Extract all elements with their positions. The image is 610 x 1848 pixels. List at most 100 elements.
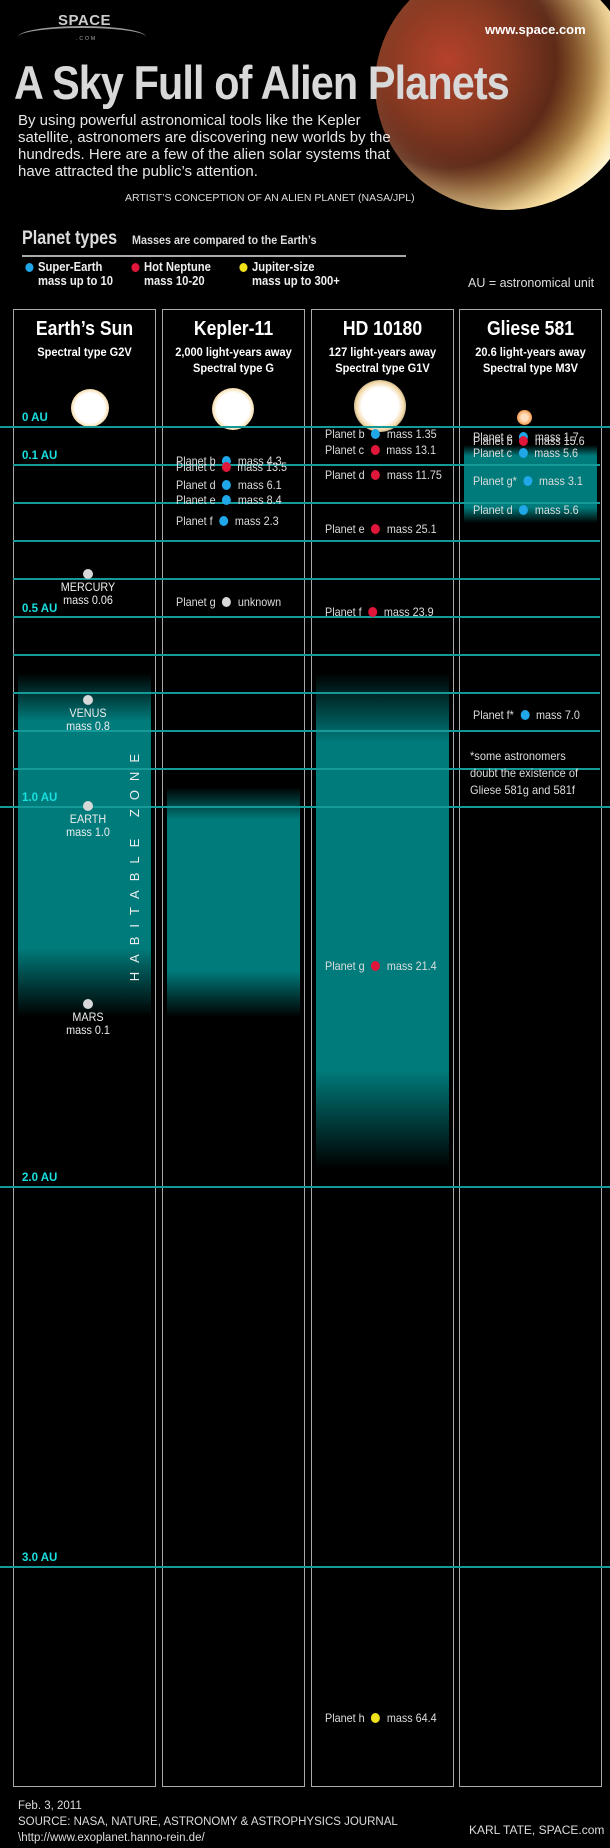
planet-name: Planet d xyxy=(176,477,219,492)
planet-label: MARS mass 0.1 xyxy=(48,1010,129,1037)
planet-mass: unknown xyxy=(234,594,282,609)
footer-url[interactable]: \http://www.exoplanet.hanno-rein.de/ xyxy=(18,1832,205,1844)
planet-mass: mass 5.6 xyxy=(531,445,579,460)
au-label: 0 AU xyxy=(22,412,48,424)
planet-mass: mass 6.1 xyxy=(234,477,282,492)
planet-name: Planet b xyxy=(325,427,368,442)
system-info: 20.6 light-years away xyxy=(475,345,586,359)
planet-row: Planet f* mass 7.0 xyxy=(473,708,580,722)
au-gridline xyxy=(13,464,600,466)
system-name: Kepler-11 xyxy=(193,318,274,340)
legend-item-super-earth: Super-Earth mass up to 10 xyxy=(25,260,114,288)
planet-name: Planet e xyxy=(325,521,368,536)
planet-mass: mass 5.6 xyxy=(531,502,579,517)
hot-neptune-dot-icon xyxy=(131,263,140,272)
legend-item-jupiter-size: Jupiter-size mass up to 300+ xyxy=(239,260,340,288)
au-label: 3.0 AU xyxy=(22,1552,58,1564)
super-earth-dot-icon xyxy=(519,504,529,515)
au-note: AU = astronomical unit xyxy=(468,276,595,290)
super-earth-dot-icon xyxy=(523,476,533,487)
planet-row: Planet f mass 2.3 xyxy=(176,514,279,528)
jupiter-dot-icon xyxy=(371,1713,381,1723)
au-gridline xyxy=(13,616,600,618)
planet-name: Planet f xyxy=(176,514,216,528)
planet-mass: mass 13.5 xyxy=(234,459,288,474)
system-name: Gliese 581 xyxy=(486,318,575,340)
planet-label: VENUS mass 0.8 xyxy=(48,706,129,733)
planet-name: Planet e xyxy=(176,493,219,508)
logo-dotcom: .COM xyxy=(76,36,98,42)
planet-mass: mass 11.75 xyxy=(383,468,442,483)
planet-name: Planet g* xyxy=(473,474,520,489)
site-url[interactable]: www.space.com xyxy=(485,22,586,37)
system-info: 2,000 light-years away xyxy=(175,345,292,359)
hot-neptune-dot-icon xyxy=(221,461,231,472)
au-gridline xyxy=(0,426,610,428)
super-earth-dot-icon xyxy=(518,447,528,458)
planet-mass: mass 7.0 xyxy=(533,707,580,722)
planet-row: Planet b mass 1.35 xyxy=(325,427,437,441)
legend-range: mass up to 300+ xyxy=(252,274,340,288)
au-label: 1.0 AU xyxy=(22,792,58,804)
page-title: A Sky Full of Alien Planets xyxy=(14,56,510,109)
planet-name: Planet d xyxy=(325,468,368,483)
planet-row: Planet g mass 21.4 xyxy=(325,959,437,973)
planet-row: Planet c mass 5.6 xyxy=(473,446,578,460)
super-earth-dot-icon xyxy=(222,495,232,506)
footer-author: KARL TATE, SPACE.com xyxy=(469,1823,605,1837)
au-gridline xyxy=(0,1186,610,1188)
planet-label: EARTH mass 1.0 xyxy=(48,813,129,839)
hd-10180-star-icon xyxy=(354,380,406,432)
legend-item-hot-neptune: Hot Neptune mass 10-20 xyxy=(131,260,211,288)
planet-name: Planet c xyxy=(325,443,368,458)
planet-row: Planet e mass 8.4 xyxy=(176,493,282,507)
planet-name: Planet g xyxy=(325,958,368,973)
super-earth-dot-icon xyxy=(25,263,34,272)
super-earth-dot-icon xyxy=(222,479,232,490)
planet-mass: mass 8.4 xyxy=(234,493,282,508)
planet-row: Planet c mass 13.5 xyxy=(176,460,287,474)
habitable-zone xyxy=(316,673,449,1169)
space-com-logo[interactable]: SPACE .COM xyxy=(18,12,146,42)
planet-mass: mass 64.4 xyxy=(383,1711,437,1725)
au-gridline xyxy=(13,654,600,656)
super-earth-dot-icon xyxy=(520,709,530,720)
system-info: Spectral type M3V xyxy=(482,361,579,375)
hot-neptune-dot-icon xyxy=(370,445,380,456)
planet-row: Planet h mass 64.4 xyxy=(325,1711,437,1725)
hot-neptune-dot-icon xyxy=(371,470,381,481)
system-name: HD 10180 xyxy=(342,318,423,340)
planet-name: Planet g xyxy=(176,594,219,609)
hot-neptune-dot-icon xyxy=(368,607,378,618)
habitable-zone-label: HABITABLE ZONE xyxy=(127,745,142,982)
planet-mass: mass 13.1 xyxy=(383,443,437,458)
gliese-581-star-icon xyxy=(517,410,532,425)
system-info: Spectral type G1V xyxy=(335,361,430,375)
planet-mass: mass 0.06 xyxy=(63,593,113,608)
solar-dot-icon xyxy=(222,596,232,607)
super-earth-dot-icon xyxy=(371,429,381,440)
habitable-zone xyxy=(167,787,300,1017)
legend-name: Super-Earth xyxy=(38,260,103,274)
gliese-footnote: *some astronomers doubt the existence of… xyxy=(470,749,579,797)
planet-row: Planet e mass 25.1 xyxy=(325,522,437,536)
intro-text: By using powerful astronomical tools lik… xyxy=(18,112,391,180)
system-info: 127 light-years away xyxy=(328,345,437,359)
legend-range: mass up to 10 xyxy=(38,274,114,288)
sun-star-icon xyxy=(71,389,109,427)
legend-name: Jupiter-size xyxy=(252,260,315,274)
super-earth-dot-icon xyxy=(219,516,229,526)
planet-mass: mass 3.1 xyxy=(536,474,583,489)
planet-name: Planet h xyxy=(325,1711,368,1725)
planet-name: Planet c xyxy=(473,445,516,460)
planet-dot-icon xyxy=(83,694,93,705)
footer-source: SOURCE: NASA, NATURE, ASTRONOMY & ASTROP… xyxy=(18,1816,398,1828)
planet-name: Planet f xyxy=(325,605,365,620)
system-info: Spectral type G2V xyxy=(37,345,132,359)
kepler-11-star-icon xyxy=(212,388,254,430)
au-label: 2.0 AU xyxy=(22,1172,58,1184)
planet-row: Planet g* mass 3.1 xyxy=(473,474,583,488)
legend-title: Planet types xyxy=(22,228,118,249)
planet-row: Planet f mass 23.9 xyxy=(325,605,434,619)
planet-row: Planet g unknown xyxy=(176,595,281,609)
